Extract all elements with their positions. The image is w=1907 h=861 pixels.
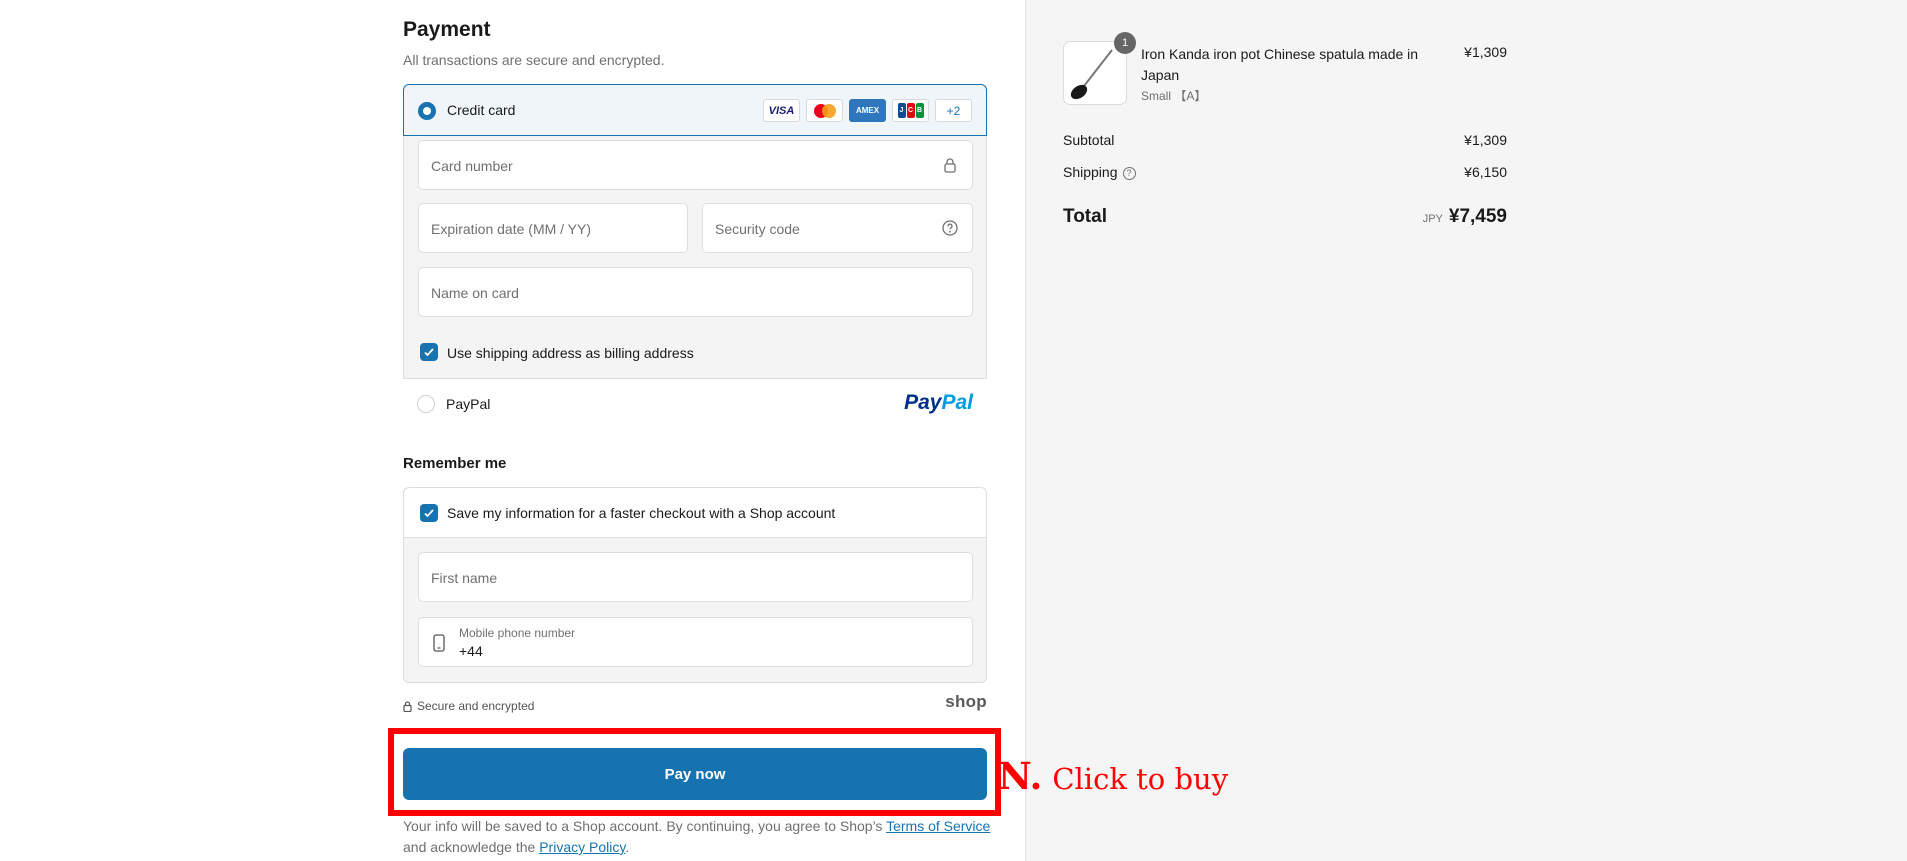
phone-icon	[433, 634, 445, 652]
legal-text-1: Your info will be saved to a Shop accoun…	[403, 818, 887, 834]
lock-icon	[944, 158, 956, 173]
save-info-label: Save my information for a faster checkou…	[447, 505, 836, 521]
security-code-placeholder: Security code	[715, 221, 800, 237]
billing-address-checkbox[interactable]	[420, 343, 438, 361]
lock-icon	[403, 700, 412, 712]
shipping-help-icon[interactable]: ?	[1122, 166, 1136, 180]
card-brand-icons: VISA AMEX JCB +2	[763, 99, 972, 122]
save-info-row: Save my information for a faster checkou…	[404, 488, 986, 538]
more-cards-badge: +2	[935, 99, 972, 122]
mobile-phone-label: Mobile phone number	[459, 626, 576, 640]
billing-address-label: Use shipping address as billing address	[447, 345, 694, 361]
legal-notice: Your info will be saved to a Shop accoun…	[403, 816, 1003, 858]
card-number-field[interactable]: Card number	[418, 140, 973, 190]
shipping-label: Shipping	[1063, 164, 1118, 180]
payment-title: Payment	[403, 18, 491, 41]
first-name-field[interactable]: First name	[418, 552, 973, 602]
checkmark-icon	[424, 509, 434, 518]
security-code-field[interactable]: Security code	[702, 203, 973, 253]
remember-me-box: Save my information for a faster checkou…	[403, 487, 987, 683]
annotation-label: N. Click to buy	[998, 754, 1228, 798]
subtotal-row: Subtotal ¥1,309	[1063, 132, 1507, 148]
subtotal-label: Subtotal	[1063, 132, 1115, 148]
shipping-value: ¥6,150	[1464, 164, 1507, 180]
secure-text: Secure and encrypted	[417, 699, 535, 713]
remember-me-title: Remember me	[403, 455, 507, 472]
secure-note: Secure and encrypted	[403, 699, 534, 713]
annotation-text: Click to buy	[1052, 762, 1229, 796]
visa-icon: VISA	[763, 99, 800, 122]
mobile-phone-field[interactable]: Mobile phone number +44	[418, 617, 973, 667]
quantity-badge: 1	[1114, 32, 1136, 54]
order-summary-panel	[1025, 0, 1907, 861]
total-row: Total JPY ¥7,459	[1063, 206, 1507, 228]
paypal-option[interactable]: PayPal PayPal	[403, 378, 987, 429]
shipping-row: Shipping? ¥6,150	[1063, 164, 1507, 180]
credit-card-label: Credit card	[447, 102, 516, 118]
spatula-image	[1070, 49, 1113, 100]
expiry-placeholder: Expiration date (MM / YY)	[431, 221, 592, 237]
total-label: Total	[1063, 206, 1107, 227]
legal-text-2: and acknowledge the	[403, 839, 540, 855]
total-value: ¥7,459	[1448, 206, 1507, 227]
subtotal-value: ¥1,309	[1464, 132, 1507, 148]
expiry-field[interactable]: Expiration date (MM / YY)	[418, 203, 688, 253]
jcb-icon: JCB	[892, 99, 929, 122]
product-variant: Small 【A】	[1141, 89, 1207, 103]
save-info-checkbox[interactable]	[420, 504, 438, 522]
checkmark-icon	[424, 348, 434, 357]
shop-logo: shop	[945, 692, 987, 711]
payment-subtitle: All transactions are secure and encrypte…	[403, 52, 665, 68]
paypal-label: PayPal	[446, 396, 491, 412]
mastercard-icon	[806, 99, 843, 122]
card-number-placeholder: Card number	[431, 158, 513, 174]
product-price: ¥1,309	[1464, 44, 1507, 60]
legal-text-3: .	[625, 839, 630, 855]
mobile-phone-value: +44	[459, 643, 483, 659]
currency-code: JPY	[1422, 213, 1443, 225]
name-on-card-placeholder: Name on card	[431, 285, 519, 301]
product-thumbnail: 1	[1063, 32, 1136, 105]
payment-methods: Credit card VISA AMEX JCB +2 Card number…	[403, 84, 987, 429]
privacy-policy-link[interactable]: Privacy Policy	[539, 839, 625, 855]
product-name: Iron Kanda iron pot Chinese spatula made…	[1141, 46, 1419, 83]
paypal-logo: PayPal	[904, 391, 973, 414]
terms-of-service-link[interactable]: Terms of Service	[886, 818, 990, 834]
amex-icon: AMEX	[849, 99, 886, 122]
paypal-radio[interactable]	[417, 395, 435, 413]
name-on-card-field[interactable]: Name on card	[418, 267, 973, 317]
annotation-letter: N.	[998, 754, 1043, 798]
help-circle-icon[interactable]	[942, 220, 958, 236]
credit-card-option[interactable]: Credit card VISA AMEX JCB +2	[403, 84, 987, 136]
credit-card-radio[interactable]	[418, 102, 436, 120]
pay-now-button[interactable]: Pay now	[403, 748, 987, 800]
first-name-placeholder: First name	[431, 570, 498, 586]
